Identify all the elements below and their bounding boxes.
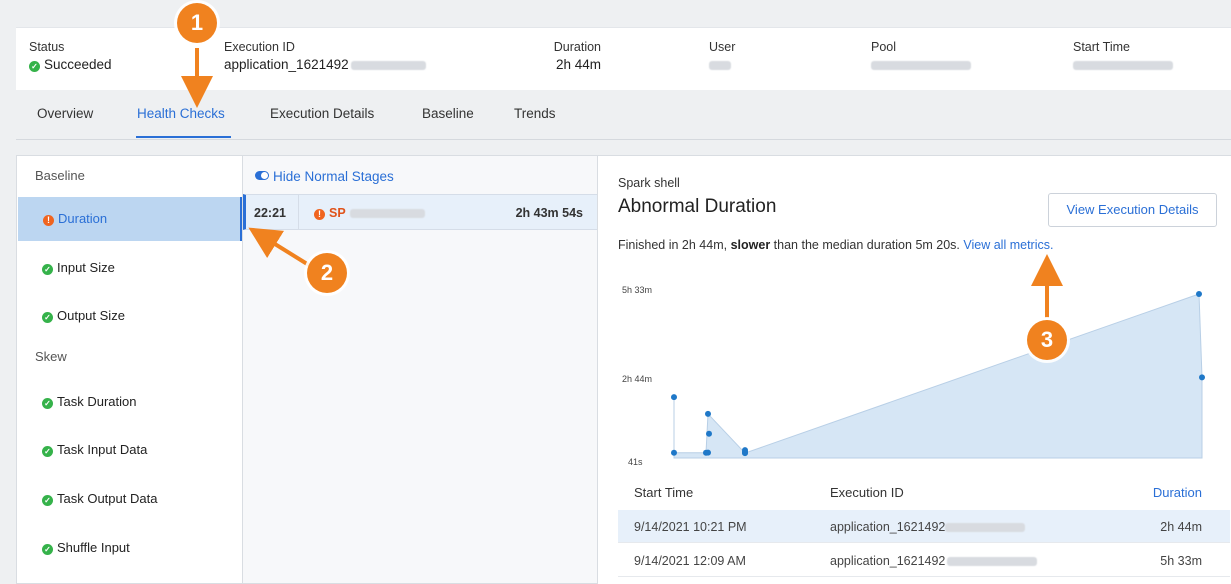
annotation-badge-2: 2 (307, 253, 347, 293)
annotation-badge-1: 1 (177, 3, 217, 43)
annotation-arrow-2 (248, 227, 314, 269)
annotation-overlay (181, 48, 1063, 318)
annotation-badge-3: 3 (1027, 320, 1067, 360)
